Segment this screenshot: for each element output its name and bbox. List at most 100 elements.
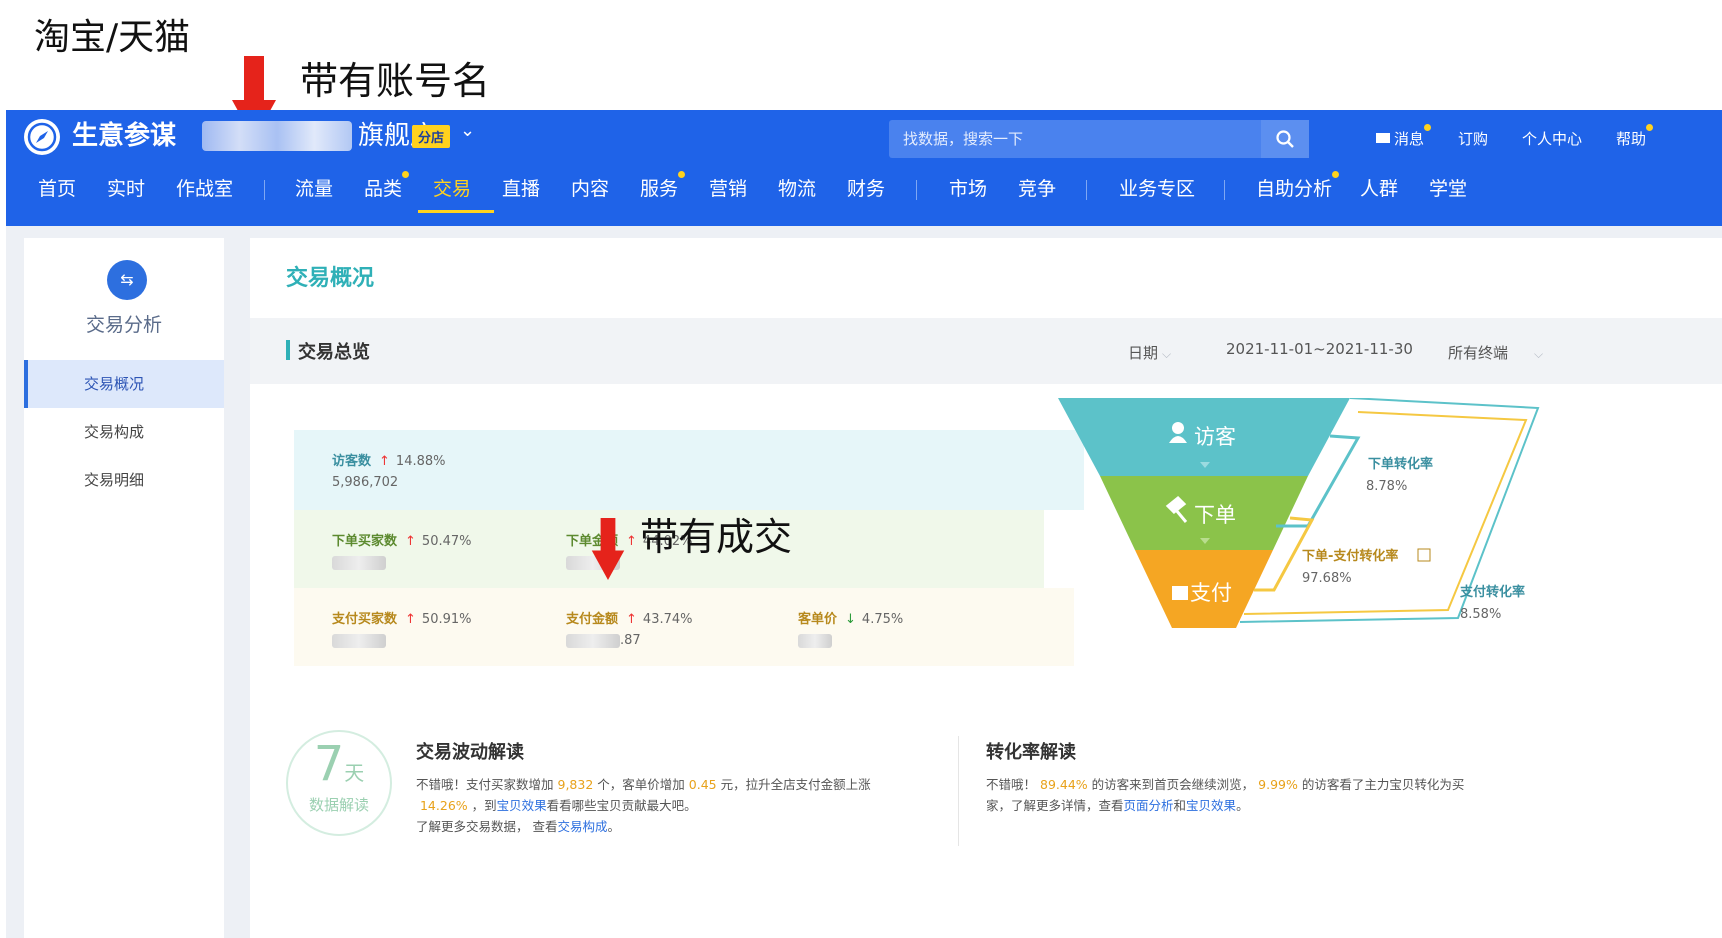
user-icon [1172,422,1184,434]
conversion-line-2: 家，了解更多详情，查看页面分析和宝贝效果。 [986,795,1546,816]
nav-marketing[interactable]: 营销 [709,174,747,201]
item-effect-link[interactable]: 宝贝效果 [1186,798,1236,813]
fluctuation-line-2: 14.26% ，到宝贝效果看看哪些宝贝贡献最大吧。 [416,795,976,816]
sidebar-item-trade-overview[interactable]: 交易概况 [24,360,224,408]
nav-business-zone[interactable]: 业务专区 [1119,174,1195,201]
nav-content[interactable]: 内容 [571,174,609,201]
sidebar: ⇆ 交易分析 交易概况 交易构成 交易明细 [24,238,224,938]
metric-unit-price[interactable]: 客单价 ↓ 4.75% [798,608,903,648]
metric-pay-amount[interactable]: 支付金额 ↑ 43.74% .87 [566,608,693,648]
sidebar-item-trade-detail[interactable]: 交易明细 [24,456,224,504]
nav-competition[interactable]: 竞争 [1018,174,1056,201]
branch-tag: 分店 [412,125,451,148]
metric-pct: 50.91% [421,612,472,627]
nav-category[interactable]: 品类 [364,171,410,201]
nav-service[interactable]: 服务 [640,171,686,201]
metric-value: .87 [566,633,693,648]
nav-traffic[interactable]: 流量 [295,174,333,201]
search-icon [1276,129,1294,148]
metric-visitors[interactable]: 访客数 ↑ 14.88% 5,986,702 [332,450,446,490]
messages-label: 消息 [1394,130,1425,148]
sidebar-item-trade-composition[interactable]: 交易构成 [24,408,224,456]
terminal-filter[interactable]: 所有终端 ⌵ [1448,342,1543,363]
app-name[interactable]: 生意参谋 [72,116,176,156]
notification-dot [1646,124,1654,131]
metric-label: 下单买家数 [332,534,398,549]
chevron-down-icon: ⌵ [1534,347,1544,361]
terminal-filter-label: 所有终端 [1448,344,1509,362]
nav-finance[interactable]: 财务 [847,174,885,201]
badge-unit: 天 [344,761,365,785]
wallet-icon [1172,586,1188,600]
arrow-up-icon: ↑ [626,612,637,627]
annotation-account: 带有账号名 [300,59,491,103]
page-analysis-link[interactable]: 页面分析 [1124,798,1174,813]
app-window: 生意参谋 旗舰店 分店 ⌄ 消息 订购 个人中心 帮助 首页 实时 作战室 流量… [6,110,1722,938]
badge-text: 数据解读 [308,796,369,814]
metric-row-payments: 支付买家数 ↑ 50.91% 支付金额 ↑ 43.74% .87 客单价 ↓ 4.75% [294,588,1074,666]
highlight: 89.44% [1040,777,1088,792]
text: 不错哦！ [986,777,1037,792]
nav-market[interactable]: 市场 [949,174,987,201]
shop-name-blurred [202,121,352,151]
help-label: 帮助 [1616,130,1647,148]
search-button[interactable] [1261,120,1309,158]
nav-academy[interactable]: 学堂 [1429,174,1467,201]
arrow-up-icon: ↑ [379,454,390,469]
metric-pct: 14.88% [395,454,446,469]
metric-pct: 50.47% [421,534,472,549]
page-title: 交易概况 [286,266,375,291]
sidebar-title: 交易分析 [85,314,162,336]
envelope-icon [1376,133,1390,143]
nav-live[interactable]: 直播 [502,174,540,201]
funnel-pay-label: 支付 [1190,581,1232,605]
text: 的访客看了主力宝贝转化为买 [1301,777,1465,792]
compass-logo-icon[interactable] [24,119,60,155]
arrow-down-icon: ↓ [845,612,856,627]
search-box [889,120,1309,158]
nav-crowd[interactable]: 人群 [1360,174,1398,201]
messages-link[interactable]: 消息 [1376,124,1432,149]
conversion-explain: 转化率解读 不错哦！ 89.44% 的访客来到首页会继续浏览， 9.99% 的访… [986,738,1546,816]
trade-composition-link[interactable]: 交易构成 [557,819,607,834]
nav-separator [264,180,265,200]
date-filter[interactable]: 日期 ⌵ [1128,342,1171,363]
value-blur [566,633,620,648]
help-link[interactable]: 帮助 [1616,124,1654,149]
top-bar: 生意参谋 旗舰店 分店 ⌄ 消息 订购 个人中心 帮助 首页 实时 作战室 流量… [6,110,1722,226]
main-nav: 首页 实时 作战室 流量 品类 交易 直播 内容 服务 营销 物流 财务 市场 … [6,162,1722,222]
trade-analysis-icon: ⇆ [107,260,147,300]
nav-self-analysis[interactable]: 自助分析 [1256,171,1340,201]
order-rate-label: 下单转化率 [1368,456,1433,472]
order-pay-rate-value: 97.68% [1302,571,1352,586]
funnel-visit-label: 访客 [1194,425,1236,449]
nav-warroom[interactable]: 作战室 [176,174,233,201]
seven-day-badge: 7天 数据解读 [286,730,392,836]
notification-dot [402,171,410,178]
funnel-order-label: 下单 [1194,503,1236,527]
metric-order-buyers[interactable]: 下单买家数 ↑ 50.47% [332,530,472,570]
nav-trade[interactable]: 交易 [433,174,471,201]
text: 看看哪些宝贝贡献最大吧。 [546,798,697,813]
metric-value: 5,986,702 [332,475,399,490]
chevron-down-icon[interactable]: ⌄ [460,120,475,141]
nav-logistics[interactable]: 物流 [778,174,816,201]
date-filter-label: 日期 [1128,344,1159,362]
text: ，到 [471,798,497,813]
profile-link[interactable]: 个人中心 [1522,128,1582,149]
nav-realtime[interactable]: 实时 [107,174,145,201]
annotation-arrow-deal [591,518,625,580]
highlight: 0.45 [688,777,717,792]
main-content: 交易概况 交易总览 日期 ⌵ 2021-11-01~2021-11-30 所有终端… [250,238,1722,938]
nav-separator [1086,180,1087,200]
metric-pay-buyers[interactable]: 支付买家数 ↑ 50.91% [332,608,472,648]
metric-label: 支付金额 [566,612,619,627]
item-effect-link[interactable]: 宝贝效果 [497,798,547,813]
nav-home[interactable]: 首页 [38,174,76,201]
subscribe-link[interactable]: 订购 [1458,128,1488,149]
text: 元，拉升全店支付金额上涨 [720,777,871,792]
search-input[interactable] [889,120,1261,158]
fluctuation-title: 交易波动解读 [416,742,524,763]
text: 不错哦！支付买家数增加 [416,777,554,792]
highlight: 9,832 [557,777,594,792]
